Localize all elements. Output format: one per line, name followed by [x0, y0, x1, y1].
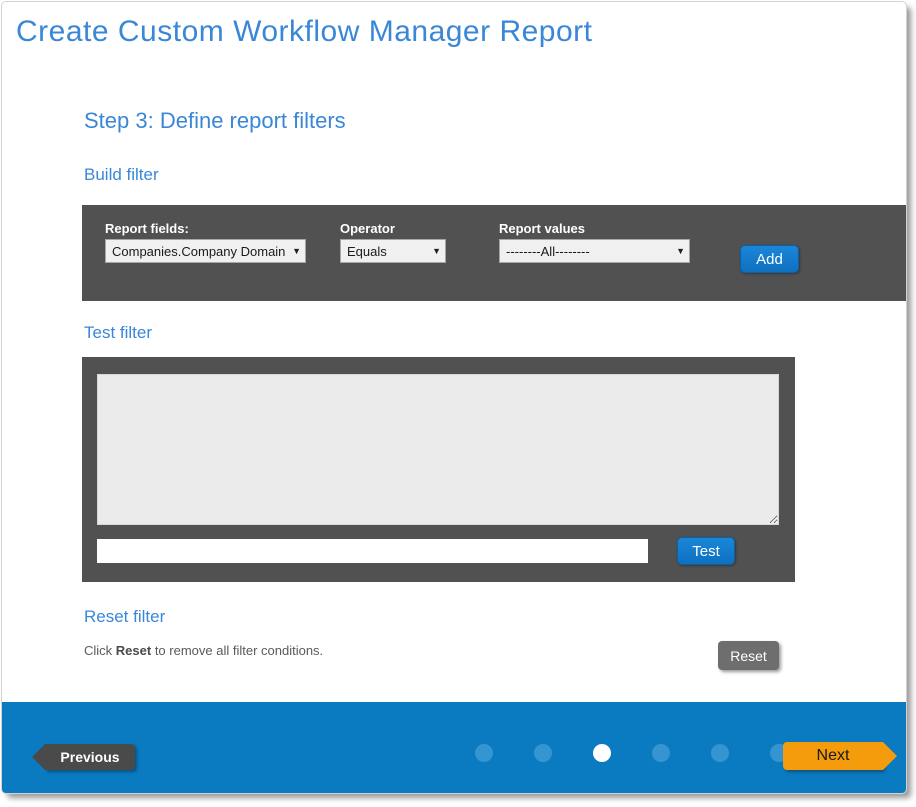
page-title: Create Custom Workflow Manager Report — [16, 15, 593, 49]
report-fields-label: Report fields: — [105, 221, 189, 236]
report-fields-select[interactable]: Companies.Company Domain Na ▼ — [105, 239, 306, 263]
test-button[interactable]: Test — [677, 537, 735, 565]
previous-button[interactable]: Previous — [45, 744, 135, 770]
report-values-label: Report values — [499, 221, 585, 236]
operator-selected-value: Equals — [347, 244, 428, 259]
chevron-down-icon: ▼ — [676, 246, 685, 256]
step-dot-1 — [475, 744, 493, 762]
report-fields-selected-value: Companies.Company Domain Na — [112, 244, 288, 259]
step-dot-4 — [652, 744, 670, 762]
add-button[interactable]: Add — [740, 245, 799, 273]
reset-hint-bold: Reset — [116, 643, 151, 658]
test-filter-panel: Test — [82, 357, 795, 582]
reset-filter-heading: Reset filter — [84, 607, 165, 627]
chevron-down-icon: ▼ — [292, 246, 301, 256]
wizard-footer: Previous Next — [2, 702, 906, 794]
filter-preview-textarea[interactable] — [97, 374, 779, 525]
test-filter-heading: Test filter — [84, 323, 152, 343]
build-filter-heading: Build filter — [84, 165, 159, 185]
step-dots — [475, 744, 788, 762]
step-dot-3 — [593, 744, 611, 762]
test-value-input[interactable] — [97, 539, 648, 563]
wizard-card: Create Custom Workflow Manager Report St… — [1, 1, 907, 794]
reset-hint-prefix: Click — [84, 643, 116, 658]
step-dot-2 — [534, 744, 552, 762]
next-button[interactable]: Next — [783, 742, 883, 770]
operator-select[interactable]: Equals ▼ — [340, 239, 446, 263]
step-heading: Step 3: Define report filters — [84, 108, 346, 134]
report-values-select[interactable]: --------All-------- ▼ — [499, 239, 690, 263]
reset-hint-text: Click Reset to remove all filter conditi… — [84, 643, 323, 658]
chevron-down-icon: ▼ — [432, 246, 441, 256]
step-dot-5 — [711, 744, 729, 762]
operator-label: Operator — [340, 221, 395, 236]
build-filter-panel: Report fields: Companies.Company Domain … — [82, 205, 906, 301]
report-values-selected-value: --------All-------- — [506, 244, 672, 259]
reset-button[interactable]: Reset — [718, 641, 779, 670]
reset-hint-suffix: to remove all filter conditions. — [151, 643, 323, 658]
